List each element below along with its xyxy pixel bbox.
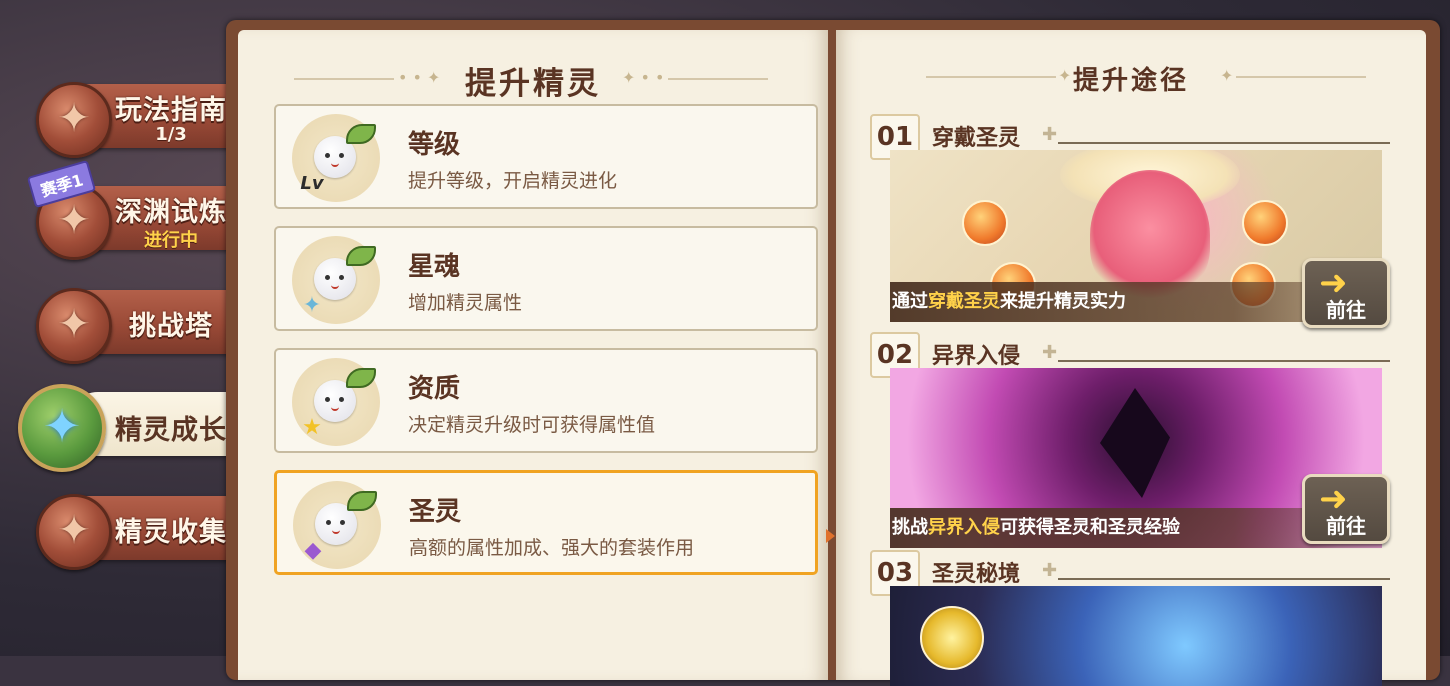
holy-spirit-gem-icon [1242, 200, 1288, 246]
compass-orb-icon: ✦ [36, 82, 112, 158]
ornament-dot: ✦ [1220, 66, 1234, 85]
upgrade-item-star-soul[interactable]: ✦ 星魂 增加精灵属性 [274, 226, 818, 331]
caption-highlight: 异界入侵 [928, 517, 1000, 538]
caption-text: 来提升精灵实力 [1000, 291, 1126, 312]
tab-label: 精灵成长 [115, 415, 227, 446]
leaf-icon [346, 124, 376, 144]
plus-ornament-icon: ✚ [1042, 560, 1058, 581]
caption-highlight: 穿戴圣灵 [928, 291, 1000, 312]
tab-label: 挑战塔 [129, 311, 213, 342]
tab-spirit-collection[interactable]: ✦ 精灵收集 [36, 486, 236, 570]
star-icon: ★ [302, 415, 322, 440]
tab-label: 深渊试炼 [115, 197, 227, 228]
holy-spirit-gem-icon [962, 200, 1008, 246]
plus-ornament-icon: ✚ [1042, 342, 1058, 363]
go-button-wear-holy-spirit[interactable]: ➜ 前往 [1302, 258, 1390, 328]
item-title: 等级 [408, 130, 461, 160]
snowflake-star-icon: ✦ [302, 293, 322, 318]
level-badge-icon: Lv [300, 173, 324, 194]
route-title: 异界入侵 [932, 344, 1021, 369]
route-title: 圣灵秘境 [932, 562, 1021, 587]
caption-text: 可获得圣灵和圣灵经验 [1000, 517, 1180, 538]
go-button-label: 前往 [1326, 514, 1366, 538]
route-title: 穿戴圣灵 [932, 126, 1021, 151]
spirit-avatar: Lv [292, 114, 380, 202]
heading-ornament [1236, 76, 1366, 78]
ornament-dot: ✦ • • [622, 68, 665, 87]
tab-progress: 1/3 [155, 124, 187, 145]
heading-ornament [668, 78, 768, 80]
tab-status: 进行中 [144, 230, 198, 251]
upgrade-item-holy-spirit[interactable]: ◆ 圣灵 高额的属性加成、强大的套装作用 [274, 470, 818, 575]
compass-orb-icon: ✦ [36, 494, 112, 570]
tab-label: 玩法指南 [115, 95, 227, 126]
go-button-otherworld-invasion[interactable]: ➜ 前往 [1302, 474, 1390, 544]
item-description: 高额的属性加成、强大的套装作用 [409, 537, 695, 559]
tab-challenge-tower[interactable]: ✦ 挑战塔 [36, 280, 236, 364]
route-banner-holy-spirit-realm [890, 586, 1382, 686]
divider-line [1058, 360, 1390, 362]
spirit-avatar: ★ [292, 358, 380, 446]
leaf-icon [346, 246, 376, 266]
shield-gem-icon: ◆ [304, 538, 322, 563]
compass-orb-icon: ✦ [36, 288, 112, 364]
selection-pointer-icon [826, 529, 835, 543]
caption-text: 挑战 [892, 517, 928, 538]
item-description: 提升等级，开启精灵进化 [408, 170, 618, 192]
plus-ornament-icon: ✚ [1042, 124, 1058, 145]
item-title: 圣灵 [409, 497, 462, 527]
spirit-avatar: ✦ [292, 236, 380, 324]
leaf-icon [347, 491, 377, 511]
tab-spirit-growth[interactable]: ✦ 精灵成长 [18, 382, 236, 472]
divider-line [1058, 142, 1390, 144]
page-title: 提升精灵 [465, 66, 601, 102]
leaf-icon [346, 368, 376, 388]
guide-book: • • ✦ 提升精灵 ✦ • • Lv 等级 提升等级，开启精灵进化 ✦ 星魂 … [226, 20, 1440, 686]
compass-orb-icon: ✦ [18, 384, 106, 472]
golden-emblem-icon [920, 606, 984, 670]
caption-text: 通过 [892, 291, 928, 312]
deer-spirit-art [1090, 170, 1210, 300]
item-description: 增加精灵属性 [408, 292, 523, 314]
right-page: ✦ 提升途径 ✦ 01 穿戴圣灵 ✚ 通过穿戴圣灵来提升精灵实力 ➜ 前往 02… [836, 30, 1426, 686]
tab-gameplay-guide[interactable]: ✦ 玩法指南 1/3 [36, 74, 236, 158]
item-description: 决定精灵升级时可获得属性值 [408, 414, 656, 436]
upgrade-item-aptitude[interactable]: ★ 资质 决定精灵升级时可获得属性值 [274, 348, 818, 453]
go-button-label: 前往 [1326, 298, 1366, 322]
dark-crystal-art [1100, 388, 1170, 498]
item-title: 资质 [408, 374, 461, 404]
upgrade-item-level[interactable]: Lv 等级 提升等级，开启精灵进化 [274, 104, 818, 209]
tab-label: 精灵收集 [115, 517, 227, 548]
divider-line [1058, 578, 1390, 580]
page-title: 提升途径 [1072, 66, 1189, 96]
left-page: • • ✦ 提升精灵 ✦ • • Lv 等级 提升等级，开启精灵进化 ✦ 星魂 … [238, 30, 835, 680]
spirit-avatar: ◆ [293, 481, 381, 569]
item-title: 星魂 [408, 252, 461, 282]
